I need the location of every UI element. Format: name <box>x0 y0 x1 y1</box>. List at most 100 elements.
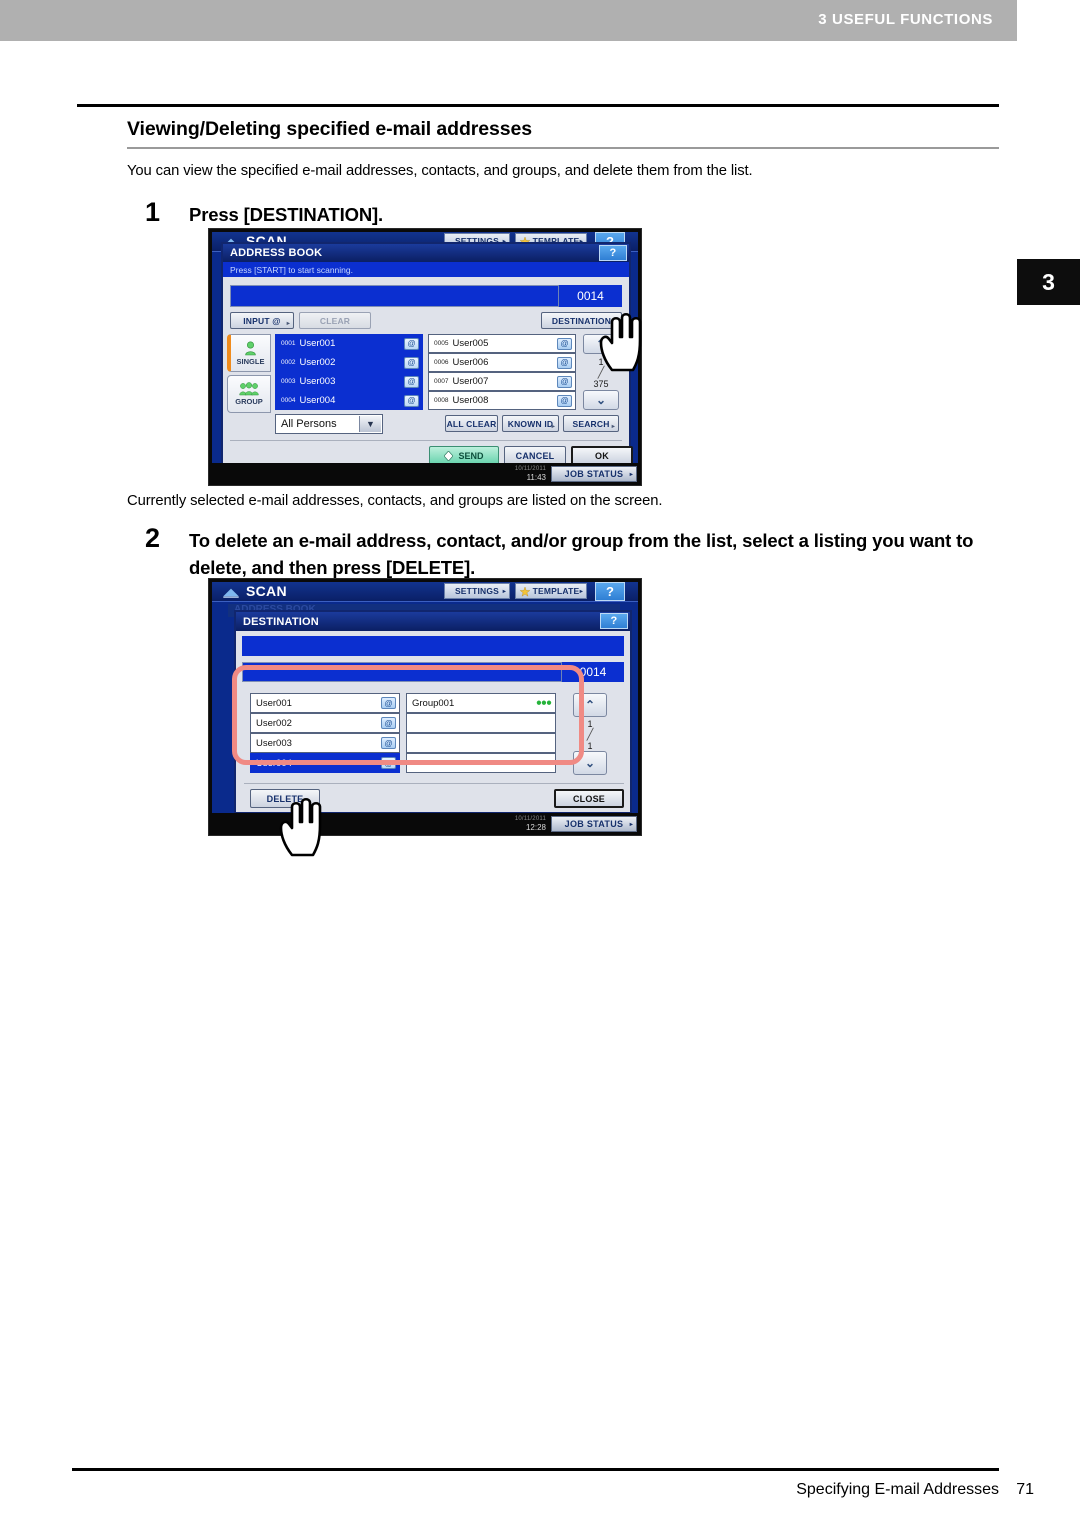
dialog-title-bar-2: DESTINATION ? <box>236 612 630 631</box>
input-at-button[interactable]: INPUT @ ▸ <box>230 312 294 329</box>
sidebar-label-group: GROUP <box>235 397 263 406</box>
chevron-down-icon-filter: ▼ <box>359 416 381 432</box>
row-name: Group001 <box>412 697 455 709</box>
hand-pointer-icon-2 <box>272 795 330 857</box>
chapter-tab-number: 3 <box>1042 268 1055 295</box>
chevron-up-icon-2: ⌃ <box>584 698 596 712</box>
job-status-label-1: JOB STATUS <box>564 469 624 479</box>
at-icon: @ <box>557 337 572 350</box>
dialog-body-1: Press [START] to start scanning. 0014 IN… <box>223 262 633 467</box>
chapter-tab: 3 <box>1017 259 1080 305</box>
table-row[interactable]: User004 @ <box>250 753 400 773</box>
settings-label-2: SETTINGS <box>454 586 500 596</box>
settings-button-2[interactable]: SETTINGS ▸ <box>444 583 510 599</box>
destination-dialog: DESTINATION ? 0014 User001 @ User002 @ U… <box>234 610 632 814</box>
destination-count: 0014 <box>558 285 622 307</box>
chevron-right-icon-job1: ▸ <box>629 471 633 478</box>
device-screenshot-address-book: SCAN SETTINGS ▸ TEMPLATE ▸ ? <box>208 228 642 486</box>
pager-total-1: 375 <box>593 379 609 389</box>
table-row[interactable]: 0001 User001 @ <box>275 334 423 353</box>
chevron-right-icon-knownid: ▸ <box>551 424 555 430</box>
row-name: User003 <box>256 737 292 749</box>
table-row[interactable]: 0004 User004 @ <box>275 391 423 410</box>
dialog-help-label-1: ? <box>609 247 617 259</box>
at-icon: @ <box>381 717 396 729</box>
row-index: 0004 <box>281 397 296 404</box>
footer-rule <box>72 1468 999 1471</box>
table-row[interactable]: 0007 User007 @ <box>428 372 576 391</box>
dialog-title-1: ADDRESS BOOK <box>230 247 323 259</box>
table-row[interactable]: 0002 User002 @ <box>275 353 423 372</box>
manual-page: 3 USEFUL FUNCTIONS 3 Viewing/Deleting sp… <box>0 0 1080 1528</box>
row-name: User002 <box>299 357 336 368</box>
send-label: SEND <box>458 450 484 461</box>
job-status-label-2: JOB STATUS <box>564 819 624 829</box>
person-filter-select[interactable]: All Persons ▼ <box>275 414 383 434</box>
job-status-button-2[interactable]: JOB STATUS ▸ <box>551 816 637 832</box>
dialog-help-button-1[interactable]: ? <box>599 245 627 261</box>
row-index: 0002 <box>281 359 296 366</box>
row-name: User007 <box>452 376 489 387</box>
row-name: User001 <box>299 338 336 349</box>
scan-title-bar-2: SCAN SETTINGS ▸ TEMPLATE ▸ ? <box>212 582 638 602</box>
scroll-down-button-2[interactable]: ⌄ <box>573 751 607 775</box>
page-title: Viewing/Deleting specified e-mail addres… <box>127 118 532 140</box>
row-index: 0006 <box>434 359 449 366</box>
destination-count-2: 0014 <box>561 662 624 682</box>
at-icon: @ <box>381 757 396 769</box>
chevron-down-icon-2: ⌄ <box>584 756 596 770</box>
table-row[interactable] <box>406 733 556 753</box>
row-name: User006 <box>452 357 489 368</box>
known-id-button[interactable]: KNOWN ID ▸ <box>502 415 559 432</box>
single-person-icon <box>245 340 256 355</box>
scroll-up-button-2[interactable]: ⌃ <box>573 693 607 717</box>
table-row[interactable]: Group001 ●●● <box>406 693 556 713</box>
help-button-2[interactable]: ? <box>595 582 625 601</box>
running-head-label: 3 USEFUL FUNCTIONS <box>818 11 993 28</box>
table-row[interactable]: 0005 User005 @ <box>428 334 576 353</box>
step-1-text: Press [DESTINATION]. <box>189 204 384 225</box>
person-filter-value: All Persons <box>281 418 337 430</box>
table-row[interactable]: User002 @ <box>250 713 400 733</box>
dialog-help-label-2: ? <box>610 615 618 627</box>
row-index: 0001 <box>281 340 296 347</box>
close-button[interactable]: CLOSE <box>554 789 624 808</box>
at-icon: @ <box>404 337 419 350</box>
divider-1 <box>230 440 622 441</box>
dialog-help-button-2[interactable]: ? <box>600 613 628 629</box>
search-label: SEARCH <box>572 418 610 429</box>
ok-label: OK <box>595 450 609 461</box>
hand-pointer-icon-1 <box>592 310 650 372</box>
table-row[interactable]: User001 @ <box>250 693 400 713</box>
table-row[interactable] <box>406 713 556 733</box>
all-clear-button[interactable]: ALL CLEAR <box>445 415 498 432</box>
clear-button[interactable]: CLEAR <box>299 312 371 329</box>
job-status-button-1[interactable]: JOB STATUS ▸ <box>551 466 637 482</box>
table-row[interactable]: User003 @ <box>250 733 400 753</box>
destination-message-bar <box>242 636 624 656</box>
sidebar-label-single: SINGLE <box>236 356 265 366</box>
row-name: User005 <box>452 338 489 349</box>
address-book-dialog: ADDRESS BOOK ? Press [START] to start sc… <box>221 242 633 469</box>
template-button-2[interactable]: TEMPLATE ▸ <box>515 583 587 599</box>
table-row[interactable]: 0003 User003 @ <box>275 372 423 391</box>
sidebar-item-single[interactable]: SINGLE <box>227 334 271 372</box>
running-head-banner: 3 USEFUL FUNCTIONS <box>0 0 1017 41</box>
row-name: User004 <box>299 395 336 406</box>
sidebar-item-group[interactable]: GROUP <box>227 375 271 413</box>
scanner-icon-2 <box>223 588 239 598</box>
at-icon: @ <box>557 375 572 388</box>
table-row[interactable]: 0006 User006 @ <box>428 353 576 372</box>
destination-count-value: 0014 <box>577 289 604 303</box>
pager-2: 1 ╱ 1 <box>573 719 607 752</box>
scroll-down-button-1[interactable]: ⌄ <box>583 390 619 410</box>
chevron-right-icon-job2: ▸ <box>629 821 633 828</box>
lcd-inner-1: SCAN SETTINGS ▸ TEMPLATE ▸ ? <box>212 232 638 480</box>
step-2-number: 2 <box>145 523 161 553</box>
footer-page-number: 71 <box>1016 1481 1034 1498</box>
table-row[interactable] <box>406 753 556 773</box>
at-icon: @ <box>381 697 396 709</box>
search-button[interactable]: SEARCH ▸ <box>563 415 619 432</box>
clear-label: CLEAR <box>319 315 351 326</box>
table-row[interactable]: 0008 User008 @ <box>428 391 576 410</box>
